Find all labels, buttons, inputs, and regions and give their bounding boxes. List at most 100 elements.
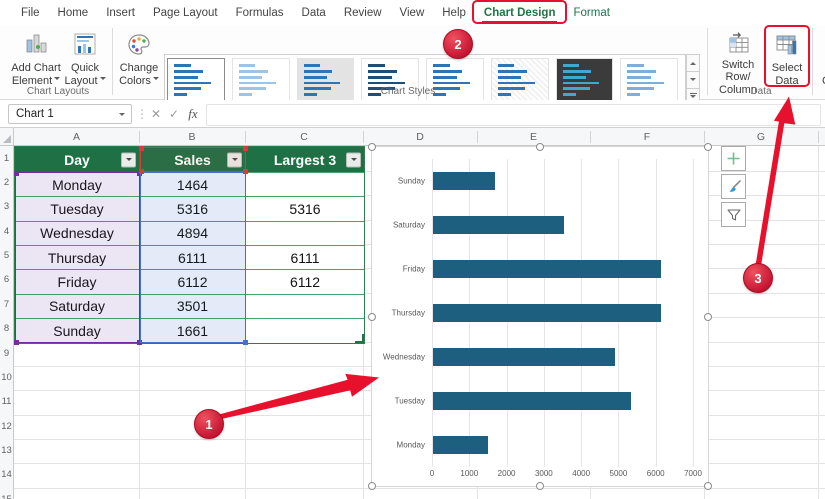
row-header-12[interactable]: 12 — [0, 415, 13, 439]
formula-input[interactable] — [206, 104, 821, 126]
filter-dropdown-button[interactable] — [227, 152, 242, 167]
cell-sales-row6[interactable]: 6112 — [140, 270, 246, 294]
column-header-G[interactable]: G — [757, 128, 765, 146]
row-header-14[interactable]: 14 — [0, 463, 13, 487]
formula-bar-drag-dots-icon[interactable]: ⋮ — [136, 104, 148, 124]
x-axis-tick-label: 6000 — [646, 469, 665, 478]
tab-chart-design[interactable]: Chart Design — [471, 0, 568, 24]
row-header-10[interactable]: 10 — [0, 366, 13, 390]
chart-selection-handle[interactable] — [704, 312, 712, 321]
row-header-3[interactable]: 3 — [0, 195, 13, 219]
chart-bar-sunday[interactable] — [433, 172, 495, 190]
chart-selection-handle[interactable] — [536, 143, 544, 151]
row-header-7[interactable]: 7 — [0, 293, 13, 317]
cell-day-row8[interactable]: Sunday — [15, 319, 140, 343]
tab-view[interactable]: View — [391, 2, 434, 24]
column-header-F[interactable]: F — [644, 128, 650, 146]
chart-bar-monday[interactable] — [433, 436, 488, 454]
cell-sales-row4[interactable]: 4894 — [140, 221, 246, 246]
filter-dropdown-button[interactable] — [346, 152, 361, 167]
change-colors-label: Change — [119, 62, 159, 74]
table-header-day: Day — [15, 147, 140, 172]
chart-bar-wednesday[interactable] — [433, 348, 616, 366]
cell-day-row5[interactable]: Thursday — [15, 246, 140, 270]
chart-filters-button[interactable] — [721, 202, 746, 227]
cell-sales-row2[interactable]: 1464 — [140, 173, 246, 197]
column-header-A[interactable]: A — [73, 128, 80, 146]
tab-file[interactable]: File — [12, 2, 49, 24]
cell-day-row6[interactable]: Friday — [15, 270, 140, 294]
chart-selection-handle[interactable] — [368, 482, 376, 490]
cell-largest3-row4[interactable] — [246, 221, 364, 246]
row-headers[interactable]: 123456789101112131415 — [0, 146, 14, 499]
name-box[interactable]: Chart 1 — [8, 104, 132, 124]
row-header-13[interactable]: 13 — [0, 439, 13, 463]
column-header-E[interactable]: E — [530, 128, 537, 146]
change-chart-type-button-clipped[interactable]: C Ch — [814, 28, 825, 96]
add-chart-element-icon — [22, 30, 50, 60]
chart-selection-handle[interactable] — [704, 143, 712, 151]
chart-elements-button[interactable] — [721, 146, 746, 171]
tab-data[interactable]: Data — [293, 2, 335, 24]
chart-selection-handle[interactable] — [368, 312, 376, 321]
quick-layout-label: Quick — [70, 62, 100, 74]
x-axis-tick-label: 0 — [429, 469, 435, 478]
table-row: Wednesday 4894 — [15, 220, 364, 246]
chart-selection-handle[interactable] — [536, 482, 544, 490]
cell-largest3-row5[interactable]: 6111 — [246, 246, 364, 270]
data-table[interactable]: Day Sales Largest 3 Monday 1464 Tuesday 5316 53… — [14, 146, 365, 345]
table-row: Friday 6112 6112 — [15, 269, 364, 294]
tab-formulas[interactable]: Formulas — [227, 2, 293, 24]
row-header-5[interactable]: 5 — [0, 244, 13, 268]
row-header-8[interactable]: 8 — [0, 317, 13, 341]
insert-function-icon[interactable]: fx — [185, 104, 201, 124]
cell-day-row4[interactable]: Wednesday — [15, 221, 140, 246]
column-header-D[interactable]: D — [416, 128, 424, 146]
tab-home[interactable]: Home — [49, 2, 98, 24]
cell-largest3-row8[interactable] — [246, 319, 364, 343]
cell-largest3-row2[interactable] — [246, 173, 364, 197]
chevron-down-icon — [690, 78, 696, 84]
cell-largest3-row3[interactable]: 5316 — [246, 197, 364, 221]
gallery-scroll-up-button[interactable] — [686, 54, 700, 72]
cell-day-row2[interactable]: Monday — [15, 173, 140, 197]
select-all-corner[interactable] — [0, 128, 14, 146]
tab-format[interactable]: Format — [564, 2, 618, 24]
chart-bar-friday[interactable] — [433, 260, 661, 278]
chart-bar-thursday[interactable] — [433, 304, 661, 322]
row-header-6[interactable]: 6 — [0, 268, 13, 292]
row-header-1[interactable]: 1 — [0, 146, 13, 171]
chart-selection-handle[interactable] — [368, 143, 376, 151]
ribbon: Add Chart Element Quick Layout Chart Lay… — [0, 25, 825, 106]
row-header-4[interactable]: 4 — [0, 220, 13, 244]
row-header-11[interactable]: 11 — [0, 390, 13, 414]
embedded-bar-chart[interactable]: 0 1000 2000 3000 4000 5000 6000 7000 Sunday Satur… — [368, 143, 712, 490]
cell-day-row3[interactable]: Tuesday — [15, 197, 140, 221]
cancel-icon[interactable]: ✕ — [148, 104, 164, 124]
cell-sales-row5[interactable]: 6111 — [140, 246, 246, 270]
tab-review[interactable]: Review — [335, 2, 391, 24]
column-headers[interactable]: A B C D E F G — [0, 128, 825, 146]
tab-insert[interactable]: Insert — [97, 2, 144, 24]
column-header-B[interactable]: B — [188, 128, 195, 146]
cell-sales-row8[interactable]: 1661 — [140, 319, 246, 343]
chart-bar-saturday[interactable] — [433, 216, 564, 234]
filter-dropdown-button[interactable] — [121, 152, 136, 167]
tab-page-layout[interactable]: Page Layout — [144, 2, 227, 24]
enter-icon[interactable]: ✓ — [166, 104, 182, 124]
row-header-15[interactable]: 15 — [0, 488, 13, 499]
table-resize-handle[interactable] — [355, 333, 364, 343]
cell-sales-row3[interactable]: 5316 — [140, 197, 246, 221]
row-header-2[interactable]: 2 — [0, 171, 13, 195]
group-separator — [812, 28, 813, 95]
column-header-C[interactable]: C — [300, 128, 308, 146]
chart-bar-tuesday[interactable] — [433, 392, 632, 410]
chart-selection-handle[interactable] — [704, 482, 712, 490]
row-header-9[interactable]: 9 — [0, 342, 13, 366]
cell-day-row7[interactable]: Saturday — [15, 294, 140, 319]
cell-largest3-row7[interactable] — [246, 294, 364, 319]
chart-styles-button[interactable] — [721, 174, 746, 199]
cell-sales-row7[interactable]: 3501 — [140, 294, 246, 319]
cell-largest3-row6[interactable]: 6112 — [246, 270, 364, 294]
tab-help[interactable]: Help — [433, 2, 475, 24]
